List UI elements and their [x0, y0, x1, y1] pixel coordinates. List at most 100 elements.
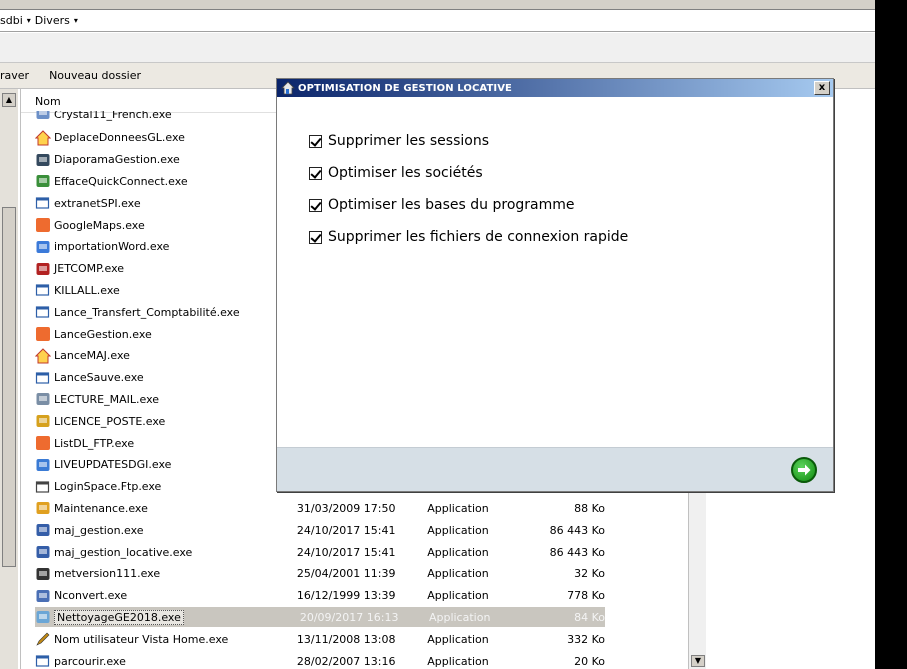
option-delete-quick-connect-files[interactable]: Supprimer les fichiers de connexion rapi… [309, 221, 628, 253]
new-folder-button[interactable]: Nouveau dossier [49, 69, 141, 82]
house-icon [35, 348, 51, 364]
dialog-footer [277, 447, 833, 491]
file-type: Application [427, 523, 489, 537]
chevron-down-icon[interactable]: ▾ [27, 16, 31, 25]
import-icon [36, 240, 50, 253]
file-name: Crystal11_French.exe [54, 111, 172, 121]
orange-square-icon [36, 327, 50, 341]
file-name: KILLALL.exe [54, 283, 120, 297]
file-date: 28/02/2007 13:16 [296, 654, 396, 668]
file-name: NettoyageGE2018.exe [54, 609, 184, 625]
file-row[interactable]: Nconvert.exe 16/12/1999 13:39 Application 7… [35, 586, 605, 606]
nav-scrollbar[interactable]: ▲ [2, 93, 16, 668]
screen-edge [875, 0, 907, 669]
orange-square-icon [36, 218, 50, 232]
cleanup-icon [36, 611, 50, 624]
burn-button[interactable]: raver [0, 69, 29, 82]
checkbox-checked-icon[interactable] [309, 134, 322, 148]
pencil-icon [36, 632, 50, 646]
file-name: LECTURE_MAIL.exe [54, 392, 160, 406]
address-bar[interactable]: sdbi ▾ Divers ▾ [0, 10, 875, 32]
close-icon: x [818, 82, 826, 93]
option-optimise-companies[interactable]: Optimiser les sociétés [309, 157, 628, 189]
scroll-up-arrow-icon[interactable]: ▲ [2, 93, 16, 107]
file-name: LICENCE_POSTE.exe [54, 414, 166, 428]
file-type: Application [427, 589, 489, 603]
file-row[interactable]: Maintenance.exe 31/03/2009 17:50 Applicati… [35, 498, 605, 518]
file-name: importationWord.exe [54, 240, 170, 254]
file-date: 24/10/2017 15:41 [296, 545, 396, 559]
file-name: maj_gestion.exe [54, 523, 144, 537]
console-icon [36, 589, 50, 602]
file-size: 332 Ko [567, 632, 605, 646]
file-name: maj_gestion_locative.exe [54, 545, 193, 559]
file-type: Application [427, 654, 489, 668]
option-optimise-databases[interactable]: Optimiser les bases du programme [309, 189, 628, 221]
file-name: Nconvert.exe [54, 589, 128, 603]
file-date: 25/04/2001 11:39 [296, 567, 396, 581]
file-name: LanceGestion.exe [54, 327, 152, 341]
options-list: Supprimer les sessions Optimiser les soc… [309, 125, 628, 253]
file-name: EffaceQuickConnect.exe [54, 174, 188, 188]
dialog-title: OPTIMISATION DE GESTION LOCATIVE [298, 82, 512, 94]
scroll-down-arrow-icon[interactable]: ▼ [691, 655, 705, 667]
file-name: extranetSPI.exe [54, 196, 141, 210]
file-name: Nom utilisateur Vista Home.exe [54, 632, 229, 646]
file-row[interactable]: parcourir.exe 28/02/2007 13:16 Application… [35, 651, 605, 669]
file-row[interactable]: metversion111.exe 25/04/2001 11:39 Applica… [35, 564, 605, 584]
people-icon [36, 175, 50, 188]
file-name: parcourir.exe [54, 654, 126, 668]
file-date: 20/09/2017 16:13 [299, 610, 399, 624]
breadcrumb-item-divers[interactable]: Divers [35, 14, 70, 27]
checkbox-checked-icon[interactable] [309, 166, 322, 180]
file-size: 32 Ko [574, 567, 605, 581]
next-button[interactable] [791, 457, 817, 483]
file-name: ListDL_FTP.exe [54, 436, 135, 450]
computers-icon [36, 524, 50, 537]
slideshow-icon [36, 153, 50, 166]
file-name: metversion111.exe [54, 567, 161, 581]
app-window-icon [35, 197, 50, 209]
file-size: 86 443 Ko [549, 523, 605, 537]
file-size: 20 Ko [574, 654, 605, 668]
setup-icon [36, 111, 50, 119]
chevron-down-icon[interactable]: ▾ [74, 16, 78, 25]
file-name: Lance_Transfert_Comptabilité.exe [54, 305, 240, 319]
checkbox-checked-icon[interactable] [309, 198, 322, 212]
file-size: 778 Ko [567, 589, 605, 603]
dialog-titlebar[interactable]: OPTIMISATION DE GESTION LOCATIVE x [277, 79, 833, 97]
file-type: Application [427, 501, 489, 515]
option-label: Optimiser les sociétés [328, 165, 483, 181]
update-icon [36, 458, 50, 471]
file-row[interactable]: Nom utilisateur Vista Home.exe 13/11/2008… [35, 629, 605, 649]
file-size: 86 443 Ko [549, 545, 605, 559]
file-name: JETCOMP.exe [54, 262, 125, 276]
option-delete-sessions[interactable]: Supprimer les sessions [309, 125, 628, 157]
checkbox-checked-icon[interactable] [309, 230, 322, 244]
file-date: 31/03/2009 17:50 [296, 501, 396, 515]
file-type: Application [428, 610, 491, 624]
computers-icon [36, 546, 50, 558]
file-date: 13/11/2008 13:08 [296, 632, 396, 646]
house-icon [281, 81, 295, 95]
close-button[interactable]: x [814, 81, 830, 95]
toolbar-strip [0, 33, 875, 63]
file-row[interactable]: maj_gestion.exe 24/10/2017 15:41 Applicati… [35, 520, 605, 540]
house-icon [35, 130, 51, 146]
app-window-icon [35, 284, 50, 296]
file-name: DiaporamaGestion.exe [54, 153, 180, 167]
orange-square-icon [36, 436, 50, 450]
option-label: Optimiser les bases du programme [328, 197, 575, 213]
maintenance-icon [36, 502, 50, 515]
file-row[interactable]: maj_gestion_locative.exe 24/10/2017 15:41… [35, 542, 605, 562]
option-label: Supprimer les sessions [328, 133, 489, 149]
option-label: Supprimer les fichiers de connexion rapi… [328, 229, 629, 245]
file-size: 88 Ko [574, 501, 605, 515]
file-name: LanceMAJ.exe [54, 349, 130, 363]
breadcrumb-item-sdbi[interactable]: sdbi [0, 14, 23, 27]
scroll-thumb[interactable] [2, 207, 16, 567]
arrow-right-icon [798, 464, 811, 476]
wand-icon [36, 567, 50, 580]
optimisation-dialog: OPTIMISATION DE GESTION LOCATIVE x Suppr… [276, 78, 834, 492]
file-row[interactable]: NettoyageGE2018.exe 20/09/2017 16:13 Appli… [35, 607, 605, 628]
